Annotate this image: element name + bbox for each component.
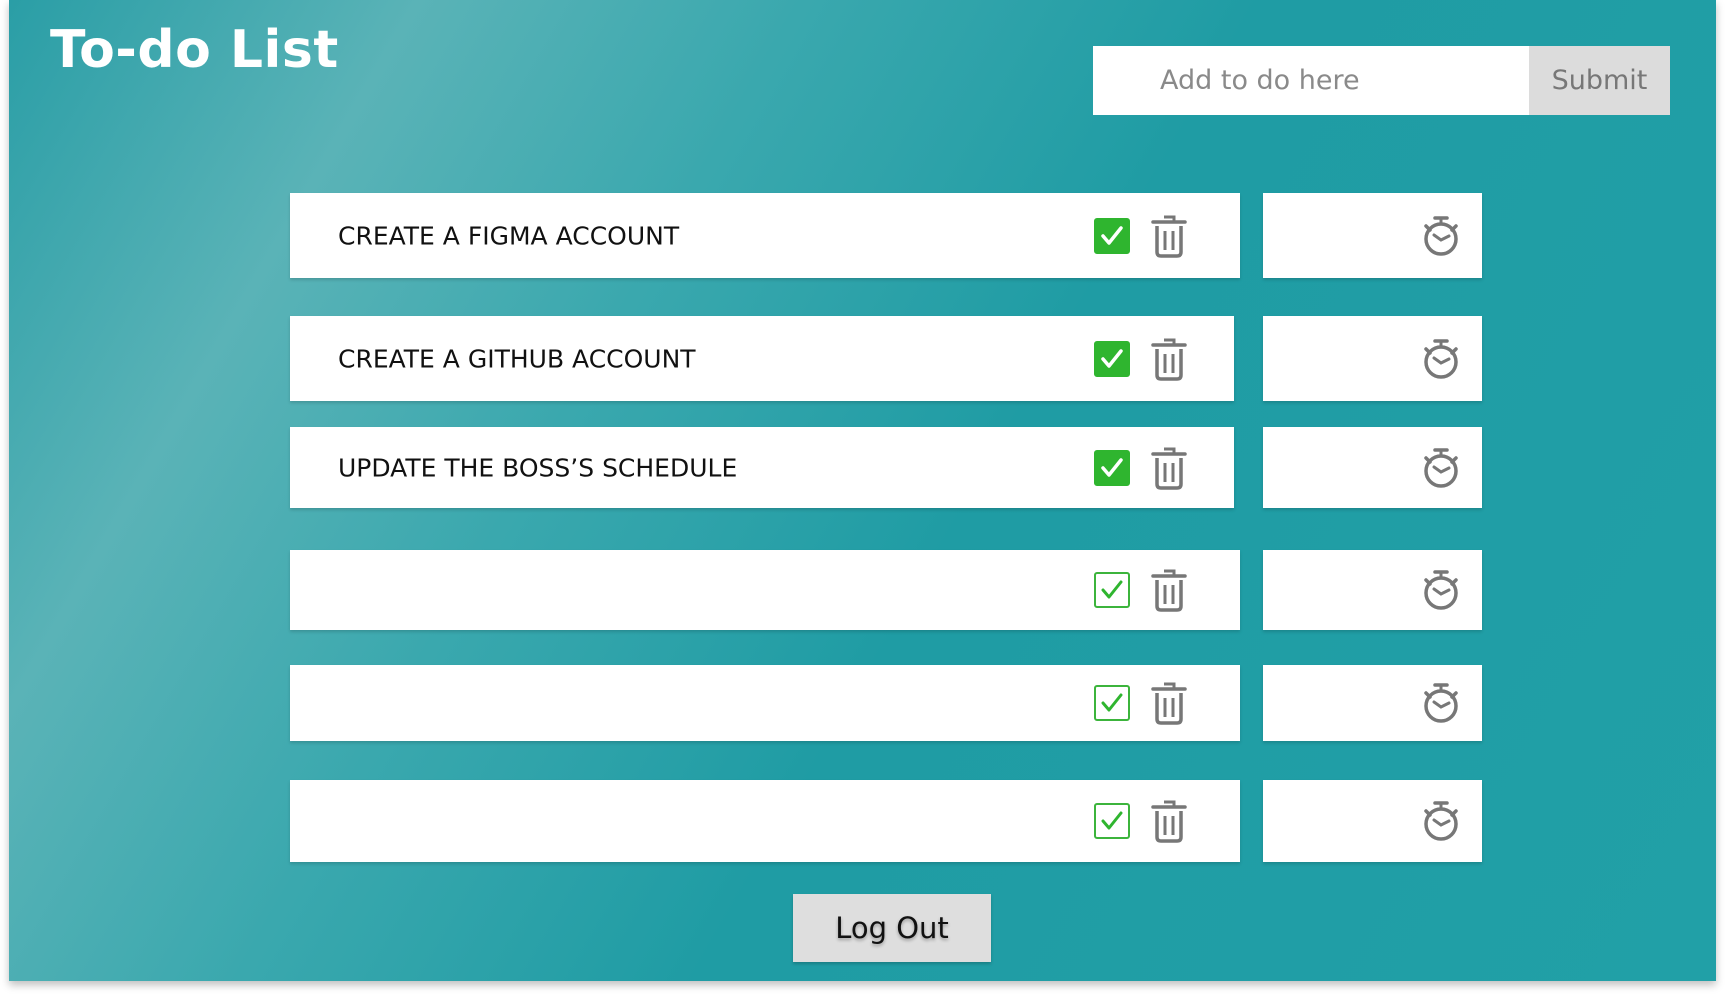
todo-text: UPDATE THE BOSS’S SCHEDULE xyxy=(338,453,738,482)
app-frame: To-do List Submit CREATE A FIGMA ACCOUNT… xyxy=(9,0,1716,981)
checkbox-check-icon[interactable] xyxy=(1094,217,1130,254)
trash-icon[interactable] xyxy=(1150,680,1188,726)
trash-icon[interactable] xyxy=(1150,798,1188,844)
checkbox-check-icon[interactable] xyxy=(1094,340,1130,377)
add-todo-input[interactable] xyxy=(1093,46,1529,115)
trash-icon[interactable] xyxy=(1150,567,1188,613)
todo-row-1: CREATE A FIGMA ACCOUNT xyxy=(290,193,1240,278)
timer-cell-4 xyxy=(1263,550,1482,630)
todo-row-6 xyxy=(290,780,1240,862)
stopwatch-icon[interactable] xyxy=(1421,338,1461,380)
stopwatch-icon[interactable] xyxy=(1421,682,1461,724)
todo-row-4 xyxy=(290,550,1240,630)
todo-row-3: UPDATE THE BOSS’S SCHEDULE xyxy=(290,427,1234,508)
timer-cell-2 xyxy=(1263,316,1482,401)
timer-cell-6 xyxy=(1263,780,1482,862)
todo-text: CREATE A FIGMA ACCOUNT xyxy=(338,221,680,250)
checkbox-check-icon[interactable] xyxy=(1094,685,1130,721)
stopwatch-icon[interactable] xyxy=(1421,800,1461,842)
checkbox-check-icon[interactable] xyxy=(1094,803,1130,839)
page-title: To-do List xyxy=(50,20,339,80)
timer-cell-5 xyxy=(1263,665,1482,741)
trash-icon[interactable] xyxy=(1150,445,1188,491)
trash-icon[interactable] xyxy=(1150,336,1188,382)
checkbox-check-icon[interactable] xyxy=(1094,572,1130,608)
stopwatch-icon[interactable] xyxy=(1421,215,1461,257)
stopwatch-icon[interactable] xyxy=(1421,569,1461,611)
logout-button[interactable]: Log Out xyxy=(793,894,991,962)
todo-row-5 xyxy=(290,665,1240,741)
timer-cell-1 xyxy=(1263,193,1482,278)
timer-cell-3 xyxy=(1263,427,1482,508)
stopwatch-icon[interactable] xyxy=(1421,447,1461,489)
trash-icon[interactable] xyxy=(1150,213,1188,259)
submit-button[interactable]: Submit xyxy=(1529,46,1670,115)
todo-text: CREATE A GITHUB ACCOUNT xyxy=(338,344,696,373)
todo-row-2: CREATE A GITHUB ACCOUNT xyxy=(290,316,1234,401)
checkbox-check-icon[interactable] xyxy=(1094,449,1130,486)
